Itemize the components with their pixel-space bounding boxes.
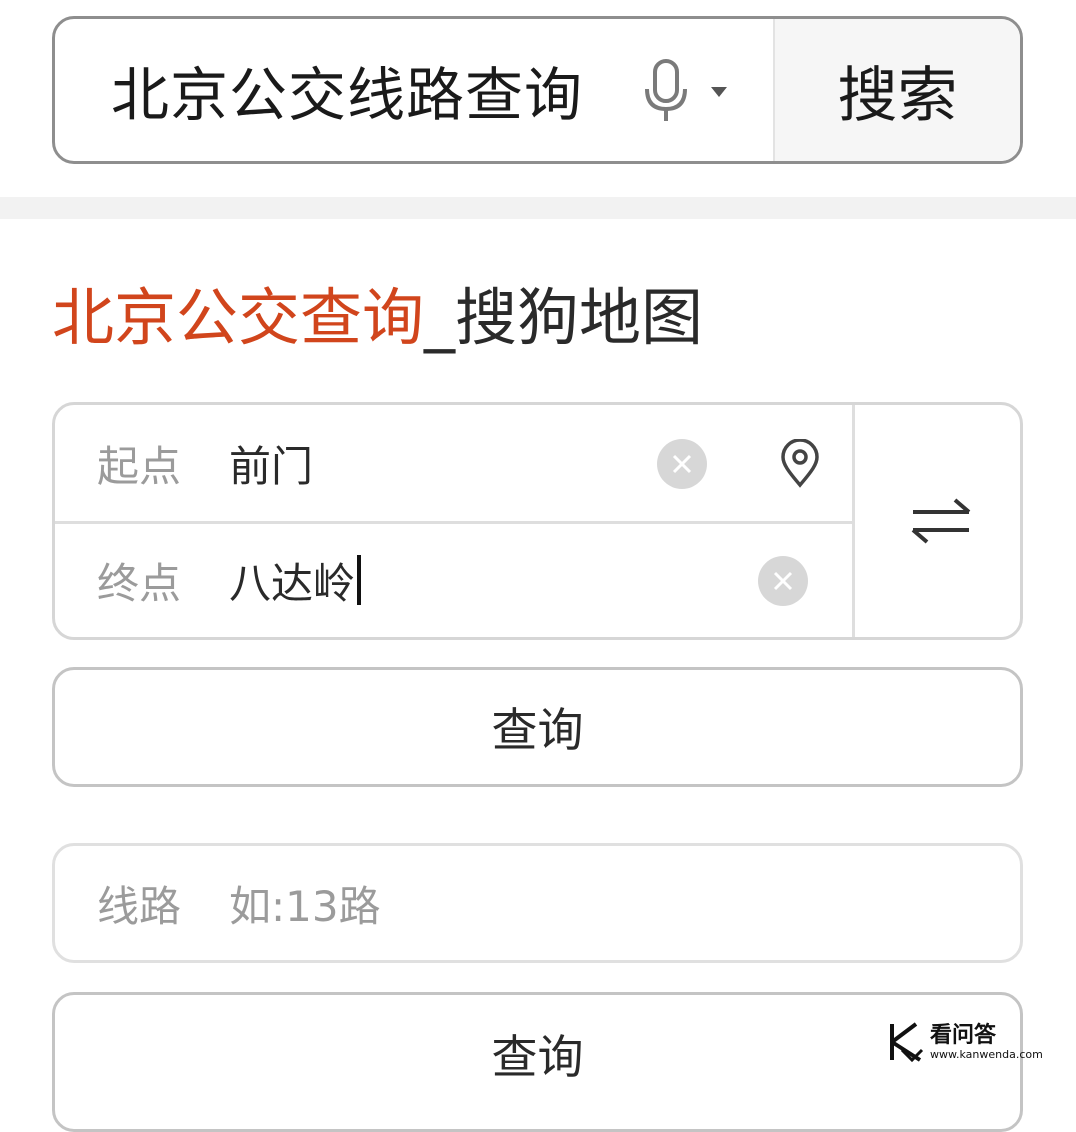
clear-start-button[interactable]: [657, 439, 707, 489]
clear-icon: [672, 454, 692, 474]
route-planner-card: 起点 前门 终点 八达岭: [52, 402, 1023, 640]
voice-input-button[interactable]: [641, 59, 731, 125]
search-bar: 北京公交线路查询 搜索: [52, 16, 1023, 164]
search-input[interactable]: 北京公交线路查询: [55, 19, 773, 161]
watermark: 看问答 www.kanwenda.com: [886, 1016, 1046, 1068]
search-button[interactable]: 搜索: [773, 19, 1020, 161]
section-divider: [0, 197, 1076, 219]
end-value-wrap: 八达岭: [229, 550, 362, 611]
end-point-field[interactable]: 终点 八达岭: [55, 522, 852, 637]
start-point-field[interactable]: 起点 前门: [55, 405, 852, 524]
search-query-text: 北京公交线路查询: [111, 61, 584, 129]
result-title-highlight: 北京公交查询: [52, 281, 425, 354]
line-search-input[interactable]: 线路 如:13路: [52, 843, 1023, 963]
microphone-icon: [645, 59, 727, 121]
location-pin-icon: [781, 438, 819, 488]
line-label: 线路: [97, 881, 182, 931]
swap-button[interactable]: [852, 405, 1020, 637]
watermark-logo-icon: [890, 1022, 924, 1063]
route-query-button[interactable]: 查询: [52, 667, 1023, 787]
start-value: 前门: [229, 441, 314, 491]
watermark-name: 看问答: [930, 1022, 997, 1048]
swap-icon: [911, 498, 970, 544]
end-label: 终点: [97, 558, 182, 608]
location-button[interactable]: [778, 438, 822, 489]
clear-icon: [773, 571, 793, 591]
result-title-link[interactable]: 北京公交查询_搜狗地图: [52, 278, 703, 358]
end-value: 八达岭: [229, 558, 356, 608]
text-cursor: [357, 555, 362, 605]
clear-end-button[interactable]: [758, 556, 808, 606]
line-query-button[interactable]: 查询: [52, 992, 1023, 1132]
caret-down-icon: [711, 87, 727, 97]
start-label: 起点: [97, 441, 182, 491]
result-title-rest: _搜狗地图: [424, 281, 704, 354]
line-placeholder: 如:13路: [229, 881, 381, 931]
watermark-url: www.kanwenda.com: [930, 1047, 1043, 1061]
